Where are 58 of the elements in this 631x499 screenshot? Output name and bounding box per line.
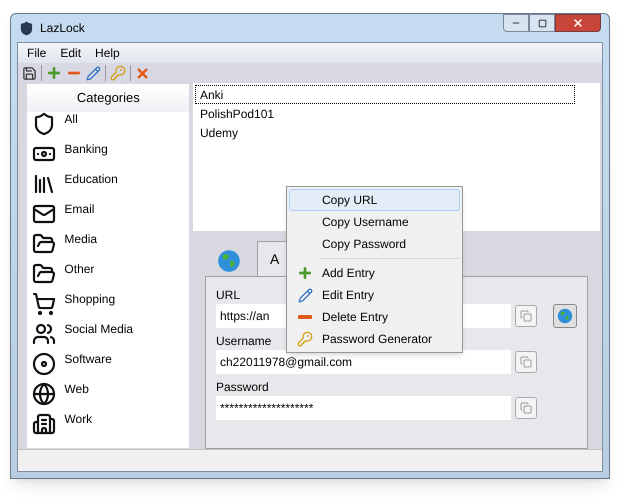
key-icon: [297, 331, 313, 347]
field-label: Password: [216, 379, 269, 396]
copy-icon: [520, 402, 532, 414]
context-menu-item[interactable]: Copy Password: [289, 233, 460, 255]
category-item[interactable]: Education: [27, 172, 190, 202]
category-item[interactable]: Other: [27, 262, 190, 292]
globe-icon: [32, 382, 56, 406]
category-item[interactable]: Email: [27, 202, 190, 232]
pencil-icon[interactable]: [86, 66, 101, 80]
window-title: LazLock: [40, 20, 85, 37]
category-item[interactable]: Software: [27, 352, 190, 382]
field-label: Username: [216, 333, 272, 350]
disc-icon: [32, 352, 56, 376]
globe-icon: [557, 308, 573, 324]
entry-item[interactable]: Udemy: [195, 123, 575, 142]
copy-button[interactable]: [515, 305, 537, 327]
field-label: URL: [216, 287, 240, 304]
minus-icon: [298, 315, 312, 319]
close-icon: [572, 17, 584, 29]
save-icon[interactable]: [22, 66, 37, 80]
category-item[interactable]: Web: [27, 382, 190, 412]
context-menu-item[interactable]: Copy Username: [289, 211, 460, 233]
delete-icon[interactable]: [135, 66, 150, 80]
maximize-icon: [538, 18, 546, 28]
copy-button[interactable]: [515, 351, 537, 373]
copy-button[interactable]: [515, 397, 537, 419]
close-button[interactable]: [555, 14, 601, 32]
menu-item[interactable]: File: [20, 44, 54, 62]
menu-item[interactable]: Help: [88, 44, 127, 62]
text-field[interactable]: ********************: [216, 396, 511, 420]
copy-icon: [520, 356, 532, 368]
category-item[interactable]: Media: [27, 232, 190, 262]
category-item[interactable]: Work: [27, 412, 190, 442]
context-menu-item[interactable]: Edit Entry: [289, 284, 460, 306]
open-url-button[interactable]: [553, 304, 577, 328]
menu-item[interactable]: Edit: [53, 44, 88, 62]
context-menu-item[interactable]: Password Generator: [289, 328, 460, 350]
building-icon: [32, 412, 56, 436]
entry-item[interactable]: PolishPod101: [195, 104, 575, 123]
context-menu-item[interactable]: Copy URL: [289, 189, 460, 211]
category-item[interactable]: Shopping: [27, 292, 190, 322]
plus-icon: [297, 265, 313, 281]
pencil-icon: [298, 288, 312, 302]
plus-icon[interactable]: [46, 65, 62, 81]
category-item[interactable]: Social Media: [27, 322, 190, 352]
app-logo-icon: [19, 20, 34, 36]
context-menu-item[interactable]: Add Entry: [289, 262, 460, 284]
context-menu-item[interactable]: Delete Entry: [289, 306, 460, 328]
people-icon: [32, 322, 56, 346]
maximize-button[interactable]: [529, 14, 555, 32]
key-icon[interactable]: [110, 65, 126, 81]
text-field[interactable]: ch22011978@gmail.com: [216, 350, 511, 374]
category-item[interactable]: Banking: [27, 142, 190, 172]
globe-icon: [217, 249, 241, 273]
cart-icon: [32, 292, 56, 316]
entry-item[interactable]: Anki: [195, 85, 575, 104]
category-item[interactable]: All: [27, 112, 190, 142]
copy-icon: [520, 310, 532, 322]
